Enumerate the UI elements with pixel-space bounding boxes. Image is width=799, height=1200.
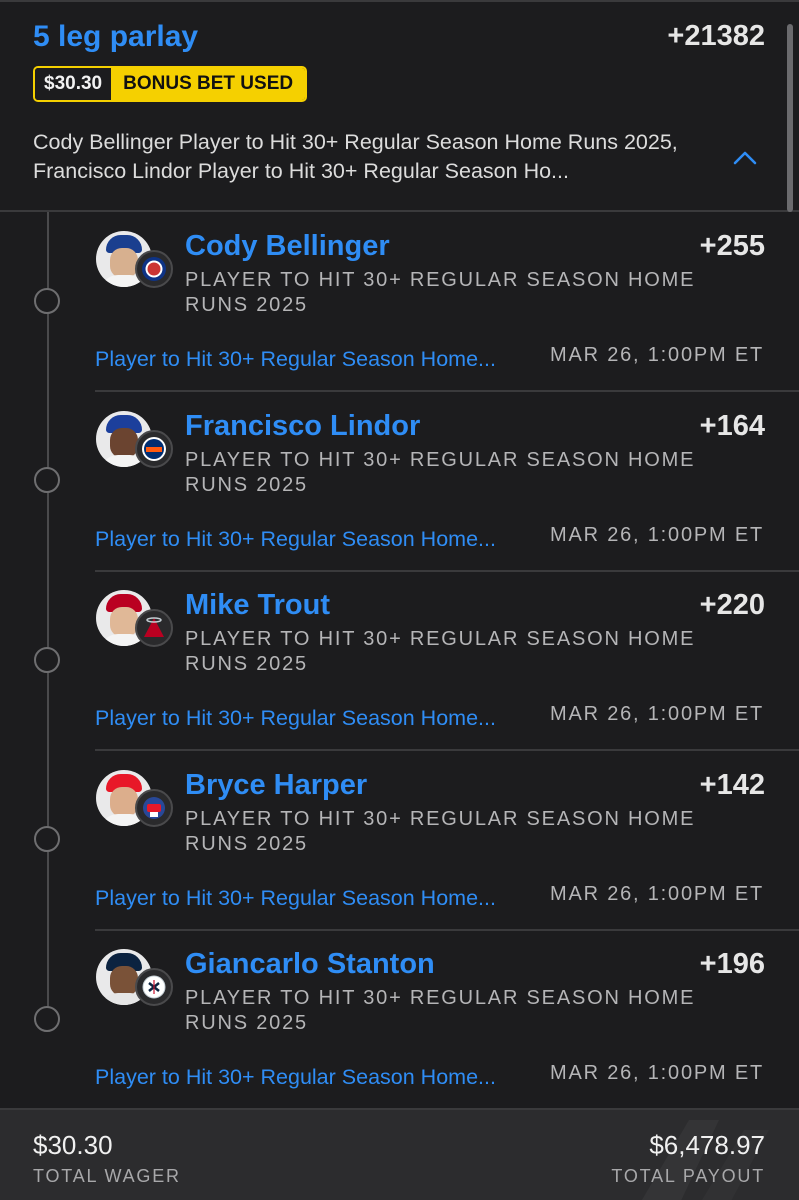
- angels-logo-icon: [135, 609, 173, 647]
- bet-footer: $30.30 TOTAL WAGER $6,478.97 TOTAL PAYOU…: [0, 1108, 799, 1200]
- event-time: MAR 26, 1:00PM ET: [550, 883, 764, 905]
- parlay-summary: Cody Bellinger Player to Hit 30+ Regular…: [33, 130, 678, 183]
- leg-card[interactable]: Bryce Harper +142 PLAYER TO HIT 30+ REGU…: [95, 751, 799, 931]
- bonus-label: BONUS BET USED: [111, 68, 306, 100]
- event-time: MAR 26, 1:00PM ET: [550, 1062, 764, 1084]
- leg-card[interactable]: Francisco Lindor +164 PLAYER TO HIT 30+ …: [95, 392, 799, 572]
- market-description: PLAYER TO HIT 30+ REGULAR SEASON HOME RU…: [185, 987, 696, 1034]
- player-name[interactable]: Giancarlo Stanton: [185, 948, 435, 981]
- total-payout-amount: $6,478.97: [649, 1130, 765, 1160]
- market-link[interactable]: Player to Hit 30+ Regular Season Home...: [95, 706, 496, 731]
- phillies-logo-icon: [135, 789, 173, 827]
- market-link[interactable]: Player to Hit 30+ Regular Season Home...: [95, 527, 496, 552]
- timeline-line: [47, 212, 49, 1020]
- timeline-node: [34, 826, 60, 852]
- parlay-title: 5 leg parlay: [33, 20, 199, 53]
- cubs-logo-icon: [135, 250, 173, 288]
- leg-odds: +220: [699, 589, 765, 621]
- bonus-bet-badge: $30.30 BONUS BET USED: [33, 66, 308, 102]
- player-name[interactable]: Francisco Lindor: [185, 410, 420, 443]
- timeline-node: [34, 1006, 60, 1032]
- leg-odds: +164: [699, 410, 765, 442]
- total-wager-label: TOTAL WAGER: [33, 1166, 181, 1186]
- timeline-node: [34, 467, 60, 493]
- event-time: MAR 26, 1:00PM ET: [550, 703, 764, 725]
- player-name[interactable]: Cody Bellinger: [185, 230, 390, 263]
- timeline-node: [34, 288, 60, 314]
- market-link[interactable]: Player to Hit 30+ Regular Season Home...: [95, 886, 496, 911]
- leg-odds: +255: [699, 230, 765, 262]
- market-description: PLAYER TO HIT 30+ REGULAR SEASON HOME RU…: [185, 628, 696, 675]
- yankees-logo-icon: [135, 968, 173, 1006]
- bonus-amount: $30.30: [35, 68, 112, 100]
- market-link[interactable]: Player to Hit 30+ Regular Season Home...: [95, 347, 496, 372]
- market-link[interactable]: Player to Hit 30+ Regular Season Home...: [95, 1065, 496, 1090]
- market-description: PLAYER TO HIT 30+ REGULAR SEASON HOME RU…: [185, 808, 696, 855]
- leg-card[interactable]: Giancarlo Stanton +196 PLAYER TO HIT 30+…: [95, 930, 799, 1110]
- leg-card[interactable]: Mike Trout +220 PLAYER TO HIT 30+ REGULA…: [95, 571, 799, 751]
- event-time: MAR 26, 1:00PM ET: [550, 344, 764, 366]
- total-wager-amount: $30.30: [33, 1130, 113, 1160]
- chevron-up-icon[interactable]: [733, 148, 757, 166]
- player-name[interactable]: Bryce Harper: [185, 769, 367, 802]
- scrollbar[interactable]: [787, 24, 793, 212]
- parlay-odds: +21382: [667, 20, 765, 52]
- event-time: MAR 26, 1:00PM ET: [550, 524, 764, 546]
- market-description: PLAYER TO HIT 30+ REGULAR SEASON HOME RU…: [185, 449, 696, 496]
- parlay-header[interactable]: 5 leg parlay +21382 $30.30 BONUS BET USE…: [0, 0, 799, 212]
- mets-logo-icon: [135, 430, 173, 468]
- leg-odds: +196: [699, 948, 765, 980]
- market-description: PLAYER TO HIT 30+ REGULAR SEASON HOME RU…: [185, 269, 696, 316]
- player-name[interactable]: Mike Trout: [185, 589, 330, 622]
- leg-card[interactable]: Cody Bellinger +255 PLAYER TO HIT 30+ RE…: [95, 212, 799, 392]
- leg-odds: +142: [699, 769, 765, 801]
- total-payout-label: TOTAL PAYOUT: [611, 1166, 765, 1186]
- timeline-node: [34, 647, 60, 673]
